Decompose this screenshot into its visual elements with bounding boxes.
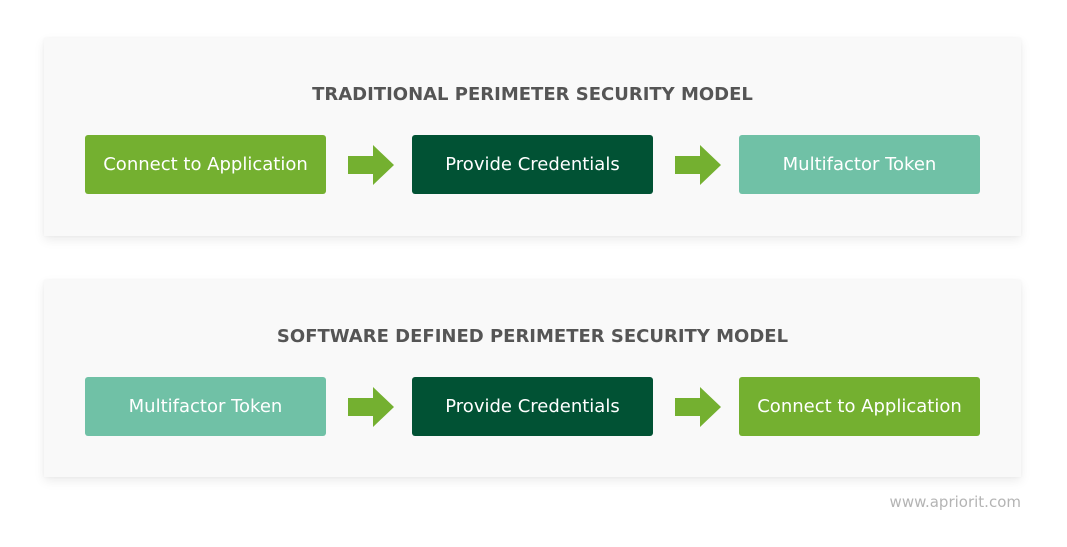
step-box: Provide Credentials <box>412 135 653 194</box>
arrow-right-icon <box>675 145 721 185</box>
step-label: Connect to Application <box>103 154 308 175</box>
step-label: Provide Credentials <box>445 396 620 417</box>
software-defined-model-panel: SOFTWARE DEFINED PERIMETER SECURITY MODE… <box>44 280 1021 477</box>
step-label: Multifactor Token <box>128 396 283 417</box>
step-box: Multifactor Token <box>85 377 326 436</box>
step-label: Multifactor Token <box>782 154 937 175</box>
step-label: Provide Credentials <box>445 154 620 175</box>
footer-url: www.apriorit.com <box>889 493 1021 511</box>
step-box: Connect to Application <box>85 135 326 194</box>
traditional-model-panel: TRADITIONAL PERIMETER SECURITY MODEL Con… <box>44 38 1021 236</box>
arrow-right-icon <box>348 145 394 185</box>
step-label: Connect to Application <box>757 396 962 417</box>
arrow-right-icon <box>348 387 394 427</box>
step-box: Connect to Application <box>739 377 980 436</box>
panel-title: TRADITIONAL PERIMETER SECURITY MODEL <box>312 84 753 105</box>
panel-title: SOFTWARE DEFINED PERIMETER SECURITY MODE… <box>276 326 789 347</box>
arrow-right-icon <box>675 387 721 427</box>
step-box: Multifactor Token <box>739 135 980 194</box>
step-box: Provide Credentials <box>412 377 653 436</box>
